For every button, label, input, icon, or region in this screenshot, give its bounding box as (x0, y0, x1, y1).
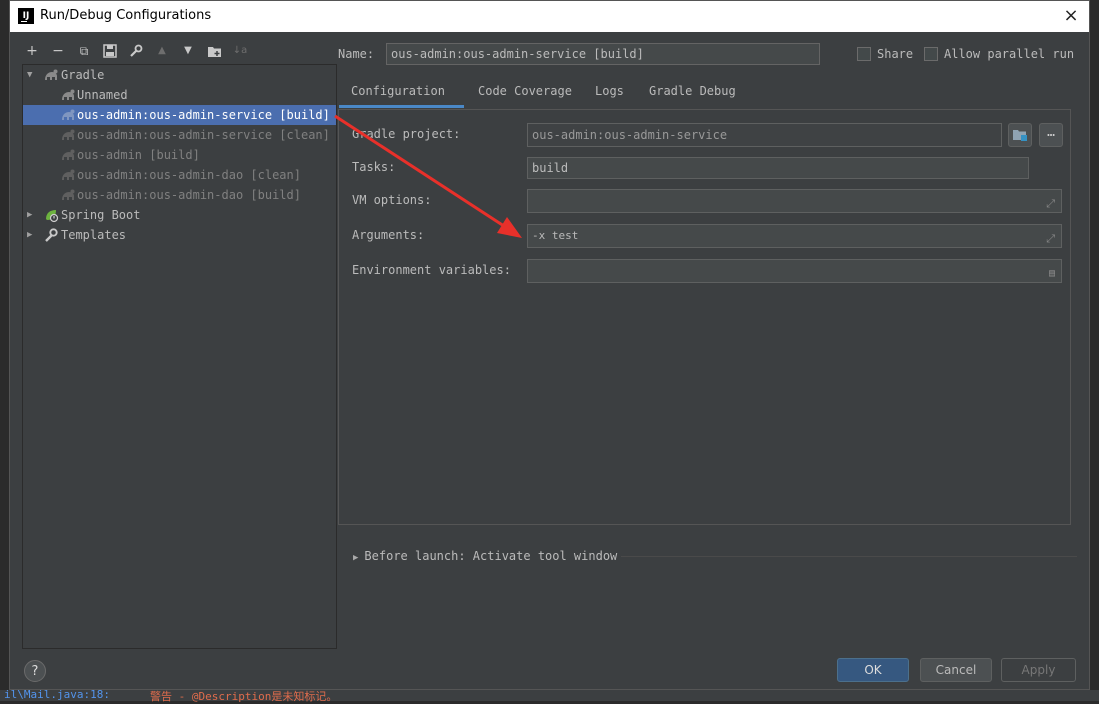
gradle-icon (45, 69, 58, 80)
gradle-icon (62, 129, 75, 140)
expand-icon[interactable]: ⤢ (1046, 228, 1055, 250)
tab-gradle-debug[interactable]: Gradle Debug (649, 80, 736, 108)
close-icon[interactable]: × (1059, 4, 1083, 28)
tab-configuration[interactable]: Configuration (339, 80, 464, 108)
ok-button[interactable]: OK (837, 658, 909, 682)
expand-icon[interactable]: ⤢ (1046, 193, 1055, 215)
allow-parallel-checkbox[interactable] (924, 47, 938, 61)
config-tree: ▼ Gradle Unnamed ous-admin:ous-admin-ser… (22, 64, 337, 649)
gradle-icon (62, 109, 75, 120)
tree-label-spring-boot: Spring Boot (61, 208, 141, 222)
tree-node-spring-boot[interactable]: ▶ Spring Boot (23, 205, 336, 225)
tasks-label: Tasks: (352, 160, 396, 174)
copy-icon[interactable]: ⧉ (74, 41, 94, 61)
tree-item-unnamed[interactable]: Unnamed (23, 85, 336, 105)
wrench-icon[interactable] (126, 41, 146, 61)
tree-label-templates: Templates (61, 228, 127, 242)
tree-node-templates[interactable]: ▶ Templates (23, 225, 336, 245)
collapsed-arrow-icon[interactable]: ▶ (27, 205, 32, 225)
tree-label: ous-admin:ous-admin-service [build] (77, 108, 330, 122)
status-warning: 警告 - @Description是未知标记。 (150, 690, 338, 703)
sort-icon[interactable]: ↓a (230, 41, 250, 61)
name-field[interactable]: ous-admin:ous-admin-service [build] (386, 43, 820, 65)
tasks-field[interactable]: build (527, 157, 1029, 179)
more-options-button[interactable]: … (1039, 123, 1063, 147)
env-variables-field[interactable]: ▤ (527, 259, 1062, 283)
tab-code-coverage[interactable]: Code Coverage (478, 80, 572, 108)
gradle-project-field[interactable]: ous-admin:ous-admin-service (527, 123, 1002, 147)
dialog-titlebar: IJ Run/Debug Configurations × (10, 1, 1089, 32)
dialog-title: Run/Debug Configurations (40, 8, 212, 23)
apply-button[interactable]: Apply (1001, 658, 1076, 682)
expanded-arrow-icon[interactable]: ▼ (27, 65, 32, 85)
vm-options-label: VM options: (352, 193, 432, 207)
select-project-button[interactable] (1008, 123, 1032, 147)
name-label: Name: (338, 47, 375, 61)
before-launch-divider (621, 556, 1077, 557)
gradle-icon (62, 149, 75, 160)
tree-item-service-clean[interactable]: ous-admin:ous-admin-service [clean] (23, 125, 336, 145)
tab-logs[interactable]: Logs (595, 80, 624, 108)
tree-item-service-build[interactable]: ous-admin:ous-admin-service [build] (23, 105, 336, 125)
tree-label-unnamed: Unnamed (77, 88, 128, 102)
gradle-icon (62, 189, 75, 200)
remove-icon[interactable]: − (48, 41, 68, 61)
tree-label: ous-admin:ous-admin-dao [build] (77, 188, 301, 202)
tree-node-gradle[interactable]: ▼ Gradle (23, 65, 336, 85)
move-down-icon[interactable]: ▼ (178, 41, 198, 61)
tree-label: ous-admin:ous-admin-service [clean] (77, 128, 330, 142)
folder-icon[interactable] (204, 41, 224, 61)
arguments-label: Arguments: (352, 228, 425, 242)
move-up-icon[interactable]: ▲ (152, 41, 172, 61)
run-debug-dialog: IJ Run/Debug Configurations × + − ⧉ ▲ ▼ … (9, 0, 1090, 690)
document-icon[interactable]: ▤ (1049, 263, 1055, 285)
add-icon[interactable]: + (22, 41, 42, 61)
ide-background (0, 0, 9, 701)
vm-options-field[interactable]: ⤢ (527, 189, 1062, 213)
arguments-value: -x test (532, 229, 579, 242)
share-checkbox[interactable] (857, 47, 871, 61)
before-launch-section[interactable]: ▶ Before launch: Activate tool window (353, 549, 617, 563)
gradle-project-label: Gradle project: (352, 127, 461, 141)
save-icon[interactable] (100, 41, 120, 61)
arguments-field[interactable]: -x test ⤢ (527, 224, 1062, 248)
allow-parallel-label[interactable]: Allow parallel run (944, 47, 1074, 61)
spring-boot-icon (46, 210, 59, 223)
before-launch-label: Before launch: Activate tool window (364, 549, 618, 563)
gradle-icon (62, 169, 75, 180)
tree-label-gradle: Gradle (61, 68, 105, 82)
folder-icon (1013, 130, 1027, 141)
gradle-icon (62, 89, 75, 100)
intellij-app-icon: IJ (18, 8, 34, 24)
collapsed-arrow-icon[interactable]: ▶ (353, 553, 358, 563)
tree-label: ous-admin:ous-admin-dao [clean] (77, 168, 301, 182)
collapsed-arrow-icon[interactable]: ▶ (27, 225, 32, 245)
tree-item-dao-clean[interactable]: ous-admin:ous-admin-dao [clean] (23, 165, 336, 185)
cancel-button[interactable]: Cancel (920, 658, 992, 682)
tree-label: ous-admin [build] (77, 148, 200, 162)
wrench-icon (45, 228, 58, 242)
share-label[interactable]: Share (877, 47, 913, 61)
tree-item-dao-build[interactable]: ous-admin:ous-admin-dao [build] (23, 185, 336, 205)
tree-item-admin-build[interactable]: ous-admin [build] (23, 145, 336, 165)
help-button[interactable]: ? (24, 660, 46, 682)
ide-status-strip: il\Mail.java:18: 警告 - @Description是未知标记。 (0, 688, 1099, 703)
env-variables-label: Environment variables: (352, 263, 511, 277)
